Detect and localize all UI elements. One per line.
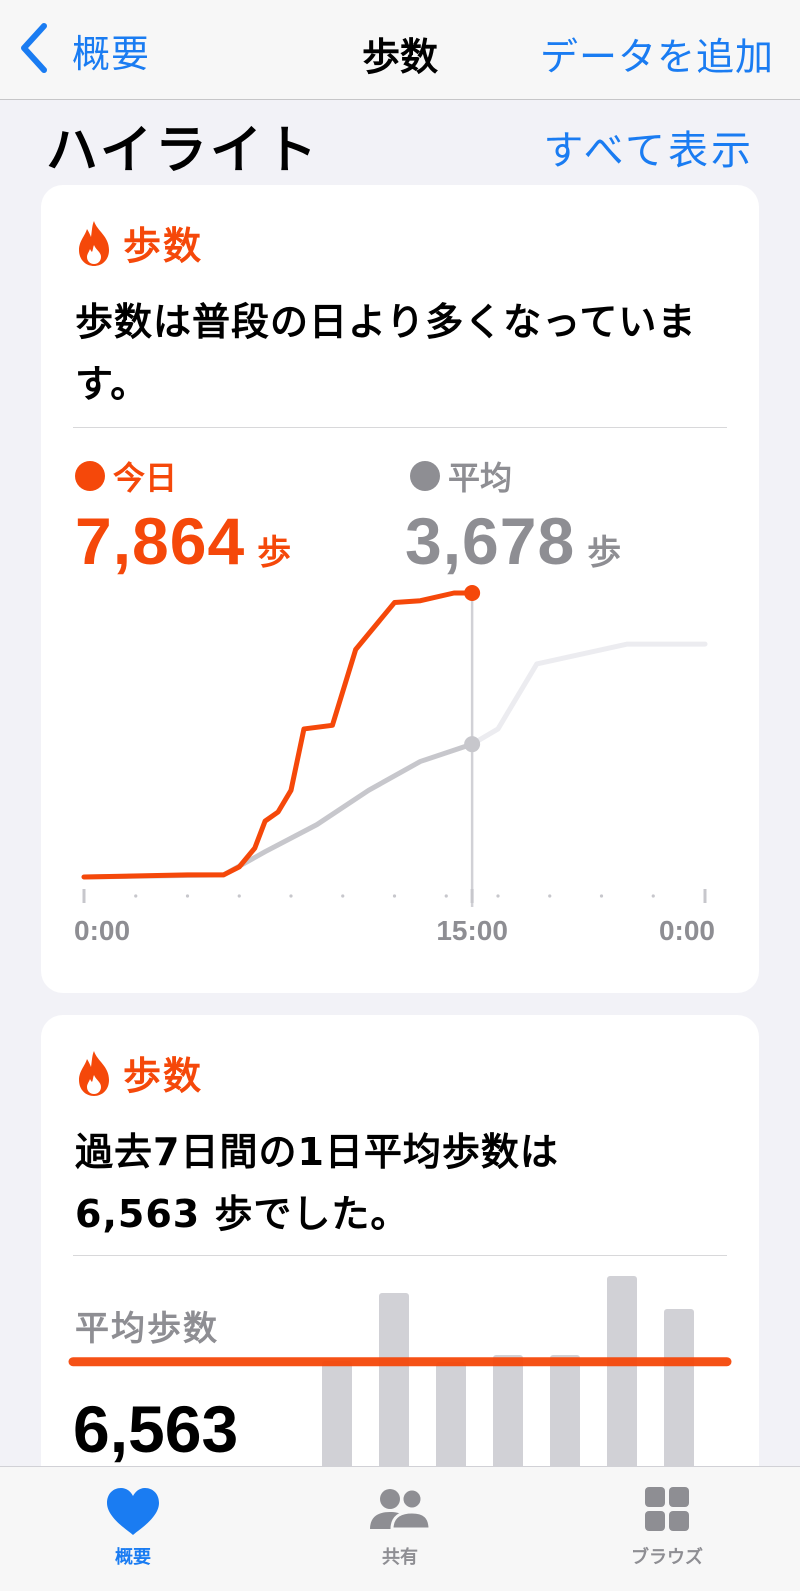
average-current-point [464, 736, 481, 753]
x-axis-tick-label: 0:00 [659, 915, 715, 946]
x-axis-minor-tick [289, 894, 293, 898]
x-axis-tick-label: 15:00 [436, 915, 508, 946]
average-steps-label: 平均歩数 [75, 1309, 219, 1349]
heart-icon [101, 1483, 165, 1539]
x-axis-minor-tick [444, 894, 448, 898]
x-axis-tick-label: 0:00 [74, 915, 130, 946]
x-axis-minor-tick [237, 894, 241, 898]
average-series-future-line [469, 641, 708, 747]
grid-icon [635, 1483, 699, 1539]
add-data-button[interactable]: データを追加 [540, 26, 774, 81]
tab-sharing[interactable]: 共有 [325, 1483, 475, 1569]
average-steps-value: 6,563 [73, 1392, 239, 1466]
highlight-card-today-vs-average[interactable]: 歩数 歩数は普段の日より多くなっています。 今日 平均 7,864 歩 3,678… [41, 185, 759, 993]
people-icon [368, 1483, 432, 1539]
tab-browse[interactable]: ブラウズ [592, 1483, 742, 1569]
x-axis-minor-tick [651, 894, 655, 898]
x-axis-minor-tick [496, 894, 500, 898]
x-axis-minor-tick [185, 894, 190, 898]
highlights-title: ハイライト [46, 121, 320, 181]
x-axis-minor-tick [392, 894, 397, 898]
show-all-link[interactable]: すべて表示 [543, 118, 754, 176]
tab-summary[interactable]: 概要 [58, 1483, 208, 1569]
tab-sharing-label: 共有 [382, 1547, 418, 1568]
today-current-point [464, 585, 481, 601]
today-series-line [81, 590, 475, 880]
x-axis-minor-tick [341, 894, 345, 898]
tab-browse-label: ブラウズ [631, 1547, 703, 1568]
tab-summary-label: 概要 [115, 1547, 151, 1568]
x-axis-minor-tick [599, 894, 604, 898]
tab-bar: 概要 共有 ブラウズ [0, 1466, 800, 1591]
steps-line-chart: 0:00 15:00 0:00 [74, 585, 715, 946]
x-axis-minor-tick [548, 894, 552, 898]
x-axis-minor-tick [134, 894, 138, 898]
navigation-bar: 概要 歩数 データを追加 [0, 0, 800, 100]
